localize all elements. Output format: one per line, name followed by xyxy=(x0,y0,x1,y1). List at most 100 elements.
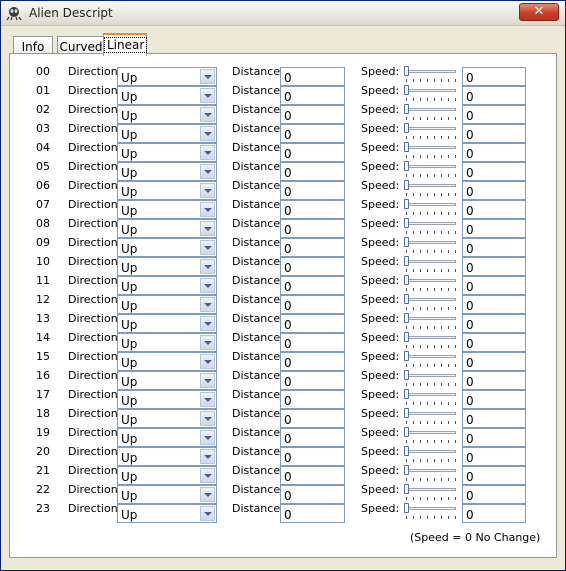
speed-slider[interactable] xyxy=(403,198,459,217)
speed-slider[interactable] xyxy=(403,483,459,502)
slider-thumb[interactable] xyxy=(404,123,409,133)
speed-label: Speed: xyxy=(361,369,400,382)
direction-label: Direction: xyxy=(68,350,122,363)
speed-label: Speed: xyxy=(361,160,400,173)
slider-thumb[interactable] xyxy=(404,484,409,494)
chevron-down-icon[interactable] xyxy=(200,487,215,502)
speed-value: 0 xyxy=(466,451,474,465)
chevron-down-icon[interactable] xyxy=(200,183,215,198)
speed-slider[interactable] xyxy=(403,312,459,331)
slider-thumb[interactable] xyxy=(404,104,409,114)
title-bar[interactable]: Alien Descript ✕ xyxy=(1,1,565,26)
speed-slider[interactable] xyxy=(403,388,459,407)
chevron-down-icon[interactable] xyxy=(200,240,215,255)
linear-step-row: 15 Direction: Up Distance: 0 Speed: 0 xyxy=(10,350,558,371)
chevron-down-icon[interactable] xyxy=(200,373,215,388)
step-index: 01 xyxy=(36,84,50,97)
distance-label: Distance: xyxy=(232,179,284,192)
direction-value: Up xyxy=(121,147,138,161)
chevron-down-icon[interactable] xyxy=(200,145,215,160)
speed-slider[interactable] xyxy=(403,179,459,198)
speed-slider[interactable] xyxy=(403,502,459,521)
chevron-down-icon[interactable] xyxy=(200,202,215,217)
speed-slider[interactable] xyxy=(403,236,459,255)
chevron-down-icon[interactable] xyxy=(200,430,215,445)
chevron-down-icon[interactable] xyxy=(200,88,215,103)
chevron-down-icon[interactable] xyxy=(200,354,215,369)
slider-thumb[interactable] xyxy=(404,275,409,285)
chevron-down-icon[interactable] xyxy=(200,259,215,274)
speed-slider[interactable] xyxy=(403,141,459,160)
close-button[interactable]: ✕ xyxy=(519,3,559,21)
slider-thumb[interactable] xyxy=(404,389,409,399)
chevron-down-icon[interactable] xyxy=(200,297,215,312)
slider-thumb[interactable] xyxy=(404,408,409,418)
chevron-down-icon[interactable] xyxy=(200,392,215,407)
speed-slider[interactable] xyxy=(403,84,459,103)
chevron-down-icon[interactable] xyxy=(200,411,215,426)
chevron-down-icon[interactable] xyxy=(200,316,215,331)
slider-thumb[interactable] xyxy=(404,85,409,95)
slider-thumb[interactable] xyxy=(404,503,409,513)
speed-slider[interactable] xyxy=(403,293,459,312)
slider-thumb[interactable] xyxy=(404,313,409,323)
linear-step-row: 09 Direction: Up Distance: 0 Speed: 0 xyxy=(10,236,558,257)
speed-slider[interactable] xyxy=(403,274,459,293)
tab-linear[interactable]: Linear xyxy=(103,33,148,56)
speed-slider[interactable] xyxy=(403,407,459,426)
slider-thumb[interactable] xyxy=(404,294,409,304)
slider-thumb[interactable] xyxy=(404,256,409,266)
linear-step-row: 22 Direction: Up Distance: 0 Speed: 0 xyxy=(10,483,558,504)
slider-track xyxy=(406,450,456,453)
chevron-down-icon[interactable] xyxy=(200,107,215,122)
speed-slider[interactable] xyxy=(403,255,459,274)
speed-input[interactable]: 0 xyxy=(462,504,526,523)
chevron-down-icon[interactable] xyxy=(200,164,215,179)
distance-input[interactable]: 0 xyxy=(280,504,345,523)
speed-label: Speed: xyxy=(361,350,400,363)
chevron-down-icon[interactable] xyxy=(200,278,215,293)
chevron-down-icon[interactable] xyxy=(200,126,215,141)
chevron-down-icon[interactable] xyxy=(200,449,215,464)
slider-thumb[interactable] xyxy=(404,180,409,190)
linear-step-row: 13 Direction: Up Distance: 0 Speed: 0 xyxy=(10,312,558,333)
slider-ticks xyxy=(406,269,456,272)
speed-slider[interactable] xyxy=(403,122,459,141)
chevron-down-icon[interactable] xyxy=(200,468,215,483)
speed-slider[interactable] xyxy=(403,160,459,179)
slider-thumb[interactable] xyxy=(404,465,409,475)
chevron-down-icon[interactable] xyxy=(200,69,215,84)
slider-thumb[interactable] xyxy=(404,199,409,209)
slider-thumb[interactable] xyxy=(404,237,409,247)
speed-slider[interactable] xyxy=(403,426,459,445)
distance-label: Distance: xyxy=(232,312,284,325)
speed-slider[interactable] xyxy=(403,350,459,369)
step-index: 17 xyxy=(36,388,50,401)
slider-thumb[interactable] xyxy=(404,351,409,361)
slider-thumb[interactable] xyxy=(404,142,409,152)
slider-ticks xyxy=(406,440,456,443)
linear-panel: 00 Direction: Up Distance: 0 Speed: 0 01 Directi… xyxy=(9,53,557,558)
linear-step-row: 20 Direction: Up Distance: 0 Speed: 0 xyxy=(10,445,558,466)
speed-slider[interactable] xyxy=(403,369,459,388)
speed-slider[interactable] xyxy=(403,65,459,84)
speed-slider[interactable] xyxy=(403,103,459,122)
slider-thumb[interactable] xyxy=(404,427,409,437)
slider-thumb[interactable] xyxy=(404,66,409,76)
speed-slider[interactable] xyxy=(403,464,459,483)
speed-slider[interactable] xyxy=(403,331,459,350)
chevron-down-icon[interactable] xyxy=(200,506,215,521)
slider-thumb[interactable] xyxy=(404,161,409,171)
slider-track xyxy=(406,469,456,472)
speed-slider[interactable] xyxy=(403,445,459,464)
slider-thumb[interactable] xyxy=(404,446,409,456)
slider-thumb[interactable] xyxy=(404,370,409,380)
slider-thumb[interactable] xyxy=(404,218,409,228)
direction-select[interactable]: Up xyxy=(117,504,217,523)
distance-label: Distance: xyxy=(232,407,284,420)
step-index: 03 xyxy=(36,122,50,135)
chevron-down-icon[interactable] xyxy=(200,221,215,236)
speed-slider[interactable] xyxy=(403,217,459,236)
chevron-down-icon[interactable] xyxy=(200,335,215,350)
slider-thumb[interactable] xyxy=(404,332,409,342)
